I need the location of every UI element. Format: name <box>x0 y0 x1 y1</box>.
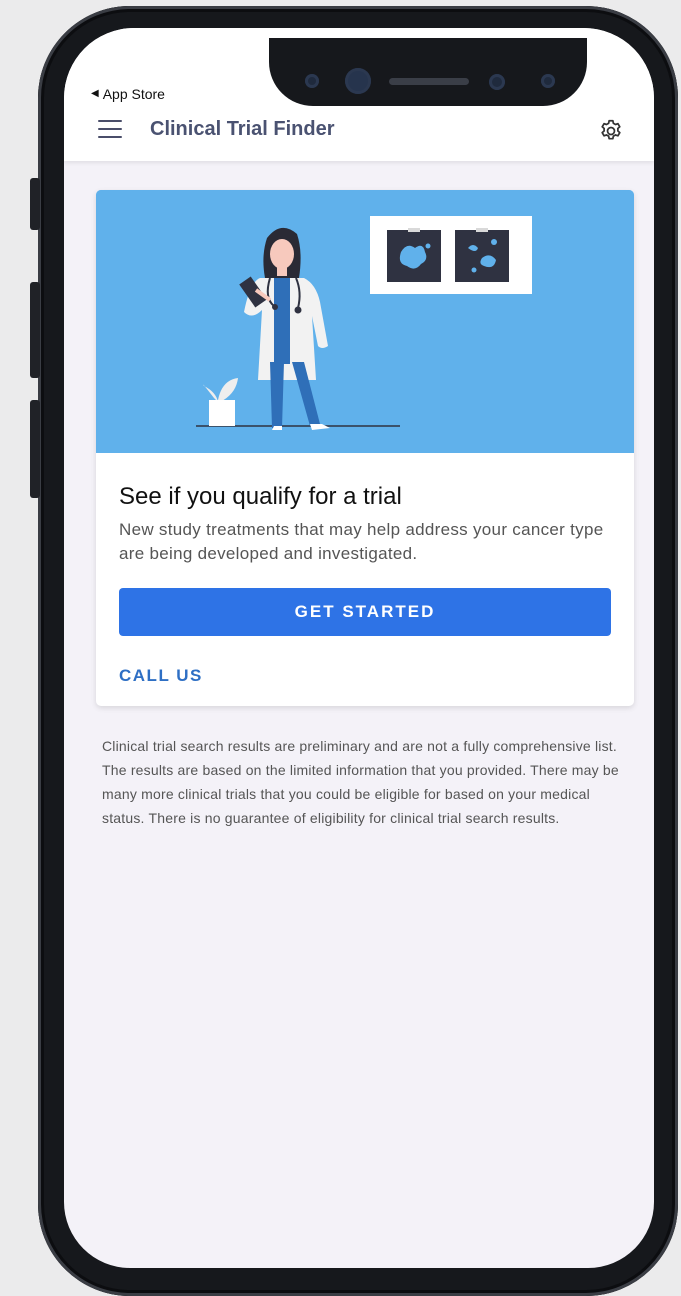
volume-down-button <box>30 400 40 498</box>
disclaimer-text: Clinical trial search results are prelim… <box>102 738 619 826</box>
sensor-icon <box>541 74 555 88</box>
doctor-illustration <box>96 190 634 453</box>
get-started-button[interactable]: GET STARTED <box>119 588 611 636</box>
back-link-label: App Store <box>102 86 165 102</box>
card-title: See if you qualify for a trial <box>119 483 402 510</box>
card-description: New study treatments that may help addre… <box>119 520 604 563</box>
mute-switch <box>30 178 40 230</box>
sensor-icon <box>305 74 319 88</box>
phone-notch <box>269 38 587 106</box>
page-title: Clinical Trial Finder <box>150 118 335 140</box>
volume-up-button <box>30 282 40 378</box>
sensor-icon <box>489 74 505 90</box>
app-screen: ◀ App Store Clinical Trial Finder See if… <box>64 28 654 1268</box>
back-to-app-store-link[interactable]: ◀ App Store <box>91 86 165 102</box>
back-triangle-icon: ◀ <box>91 88 99 99</box>
gear-icon[interactable] <box>598 118 624 144</box>
qualify-card: See if you qualify for a trial New study… <box>96 190 634 706</box>
call-us-button[interactable]: CALL US <box>119 666 203 686</box>
menu-icon[interactable] <box>98 120 122 140</box>
camera-icon <box>345 68 371 94</box>
speaker-grille <box>389 78 469 85</box>
